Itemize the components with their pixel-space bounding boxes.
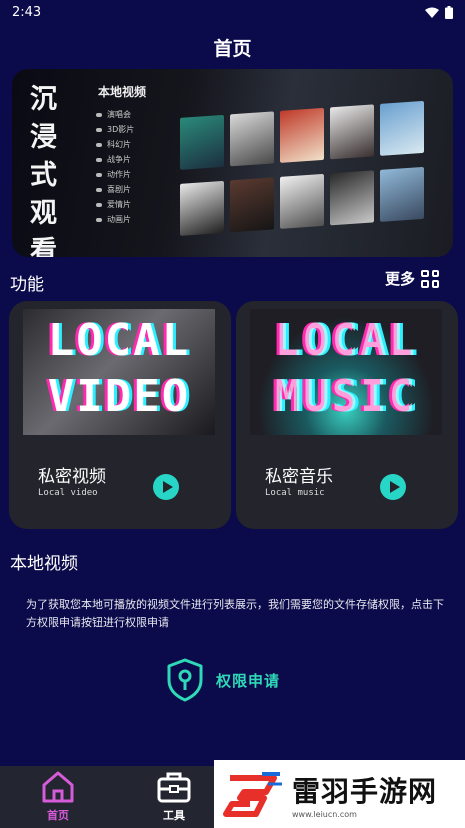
play-icon[interactable]: [380, 474, 406, 500]
grid-icon: [421, 269, 439, 288]
banner-menu-item: 3D影片: [96, 122, 134, 137]
shield-key-icon: [167, 658, 203, 702]
watermark-name: 雷羽手游网: [292, 774, 438, 808]
more-label: 更多: [384, 270, 415, 288]
watermark-url: www.leiucn.com: [292, 809, 357, 819]
status-time: 2:43: [12, 4, 42, 20]
card-image-text: LOCAL MUSIC: [274, 315, 418, 422]
banner-poster-wall: [180, 100, 435, 257]
private-music-card[interactable]: LOCAL MUSIC 私密音乐 Local music: [236, 301, 458, 529]
card-image: LOCAL MUSIC: [250, 309, 442, 435]
watermark-logo: 雷羽手游网 www.leiucn.com: [214, 760, 465, 828]
banner-menu-item: 演唱会: [96, 107, 134, 122]
private-video-card[interactable]: LOCAL VIDEO 私密视频 Local video: [9, 301, 231, 529]
card-image-text: LOCAL VIDEO: [47, 315, 191, 422]
watermark-logo-icon: [223, 772, 282, 817]
card-title: 私密音乐: [265, 467, 333, 487]
permission-request-label: 权限申请: [216, 671, 281, 690]
movie-poster: [380, 100, 424, 156]
movie-poster: [230, 177, 274, 233]
toolbox-icon: [157, 772, 191, 803]
wifi-icon: [425, 7, 439, 18]
more-button[interactable]: 更多: [385, 268, 439, 289]
movie-poster: [330, 170, 374, 226]
movie-poster: [180, 114, 224, 170]
movie-poster: [280, 107, 324, 163]
battery-icon: [445, 5, 453, 19]
permission-notice: 为了获取您本地可播放的视频文件进行列表展示，我们需要您的文件存储权限，点击下方权…: [26, 598, 444, 629]
banner-menu-item: 科幻片: [96, 137, 134, 152]
banner-menu-title: 本地视频: [98, 85, 147, 99]
banner-menu-item: 爱情片: [96, 197, 134, 212]
movie-poster: [280, 173, 324, 229]
banner-vertical-text: 沉 浸 式 观 看: [30, 84, 57, 257]
movie-poster: [380, 166, 424, 222]
play-icon[interactable]: [153, 474, 179, 500]
permission-request-button[interactable]: 权限申请: [166, 658, 280, 702]
tab-tools-label: 工具: [163, 809, 185, 822]
movie-poster: [230, 111, 274, 167]
banner-menu-item: 战争片: [96, 152, 134, 167]
movie-poster: [180, 180, 224, 236]
status-bar: 2:43: [0, 0, 465, 24]
card-image: LOCAL VIDEO: [23, 309, 215, 435]
card-subtitle: Local video: [38, 488, 98, 498]
card-subtitle: Local music: [265, 488, 325, 498]
card-title: 私密视频: [38, 467, 106, 487]
movie-poster: [330, 104, 374, 160]
banner-menu-item: 动作片: [96, 167, 134, 182]
local-video-label: 本地视频: [10, 554, 78, 574]
banner-menu: 演唱会 3D影片 科幻片 战争片 动作片 喜剧片 爱情片 动画片: [96, 107, 134, 227]
page-title: 首页: [213, 38, 252, 60]
banner-menu-item: 喜剧片: [96, 182, 134, 197]
tab-home[interactable]: 首页: [0, 766, 116, 828]
features-label: 功能: [10, 275, 44, 295]
home-icon: [42, 771, 74, 803]
banner-menu-item: 动画片: [96, 212, 134, 227]
banner[interactable]: 沉 浸 式 观 看 本地视频 演唱会 3D影片 科幻片 战争片 动作片 喜剧片 …: [12, 69, 453, 257]
tab-home-label: 首页: [47, 809, 69, 822]
